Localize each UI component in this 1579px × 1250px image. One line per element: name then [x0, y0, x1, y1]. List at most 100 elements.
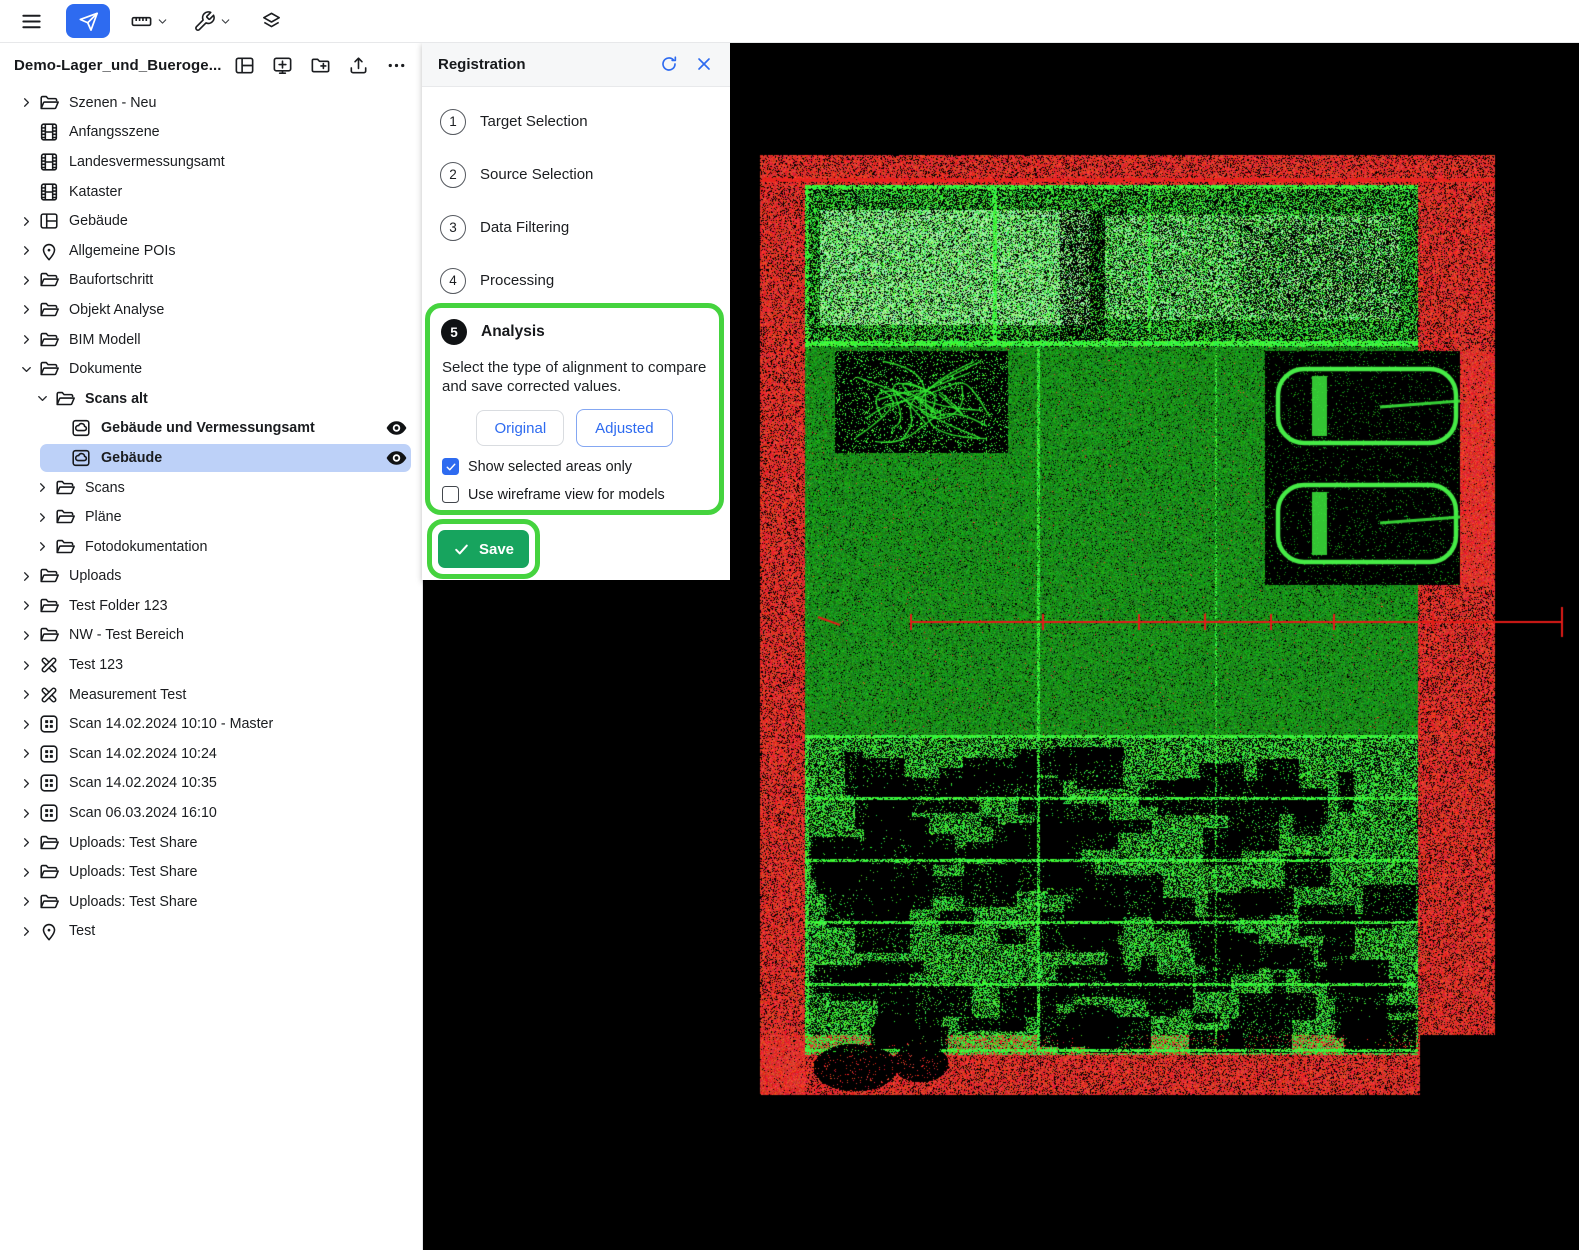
chevron-right-icon[interactable]: [14, 801, 38, 825]
chevron-right-icon[interactable]: [14, 860, 38, 884]
registration-panel: Registration 1 Target Selection 2 Source Se…: [422, 42, 730, 580]
measure-tool-button[interactable]: [126, 4, 173, 38]
upload-icon[interactable]: [347, 54, 370, 77]
checkbox-checked-icon[interactable]: [442, 458, 459, 475]
step-processing[interactable]: 4 Processing: [422, 254, 730, 307]
chevron-right-icon[interactable]: [30, 505, 54, 529]
analysis-highlight-annotation: 5 Analysis Select the type of alignment …: [425, 303, 724, 515]
folder-icon: [38, 299, 60, 321]
chevron-right-icon[interactable]: [14, 298, 38, 322]
tree-item-test[interactable]: Test: [0, 917, 422, 947]
tree-item-geb-ude-und-vermessungsamt[interactable]: Gebäude und Vermessungsamt: [0, 414, 422, 444]
layers-tool-button[interactable]: [254, 4, 288, 38]
visibility-eye-icon[interactable]: [384, 416, 409, 441]
layout-view-icon[interactable]: [233, 54, 256, 77]
tree-item-scan-14-02-2024-10-24[interactable]: Scan 14.02.2024 10:24: [0, 739, 422, 769]
film-icon: [38, 151, 60, 173]
tree-item-kataster[interactable]: Kataster: [0, 177, 422, 207]
tree-item-allgemeine-pois[interactable]: Allgemeine POIs: [0, 236, 422, 266]
utilities-tool-button[interactable]: [189, 4, 236, 38]
step-label: Target Selection: [480, 113, 588, 130]
tree-item-test-folder-123[interactable]: Test Folder 123: [0, 591, 422, 621]
tree-item-scan-14-02-2024-10-10-master[interactable]: Scan 14.02.2024 10:10 - Master: [0, 709, 422, 739]
tree-item-uploads[interactable]: Uploads: [0, 562, 422, 592]
chevron-right-icon[interactable]: [14, 209, 38, 233]
chevron-right-icon[interactable]: [14, 564, 38, 588]
chevron-right-icon[interactable]: [30, 535, 54, 559]
wireframe-view-checkbox-row[interactable]: Use wireframe view for models: [442, 486, 719, 503]
tree-item-baufortschritt[interactable]: Baufortschritt: [0, 266, 422, 296]
tree-item-scans-alt[interactable]: Scans alt: [0, 384, 422, 414]
chevron-down-icon: [219, 15, 232, 28]
step-target-selection[interactable]: 1 Target Selection: [422, 95, 730, 148]
project-tree: Szenen - Neu Anfangsszene Landesvermessung…: [0, 88, 422, 946]
chevron-right-icon[interactable]: [14, 268, 38, 292]
tree-item-objekt-analyse[interactable]: Objekt Analyse: [0, 295, 422, 325]
chevron-right-icon[interactable]: [14, 831, 38, 855]
step-source-selection[interactable]: 2 Source Selection: [422, 148, 730, 201]
tree-item-scans[interactable]: Scans: [0, 473, 422, 503]
tree-item-pl-ne[interactable]: Pläne: [0, 502, 422, 532]
tree-item-uploads-test-share[interactable]: Uploads: Test Share: [0, 828, 422, 858]
tree-item-fotodokumentation[interactable]: Fotodokumentation: [0, 532, 422, 562]
chevron-right-icon[interactable]: [14, 683, 38, 707]
more-options-icon[interactable]: [385, 54, 408, 77]
tree-item-measurement-test[interactable]: Measurement Test: [0, 680, 422, 710]
show-selected-areas-checkbox-row[interactable]: Show selected areas only: [442, 458, 719, 475]
step-number-badge: 3: [440, 214, 466, 241]
original-button[interactable]: Original: [476, 410, 565, 446]
layers-icon: [260, 10, 283, 33]
tree-item-nw-test-bereich[interactable]: NW - Test Bereich: [0, 621, 422, 651]
tree-item-landesvermessungsamt[interactable]: Landesvermessungsamt: [0, 147, 422, 177]
top-toolbar: [0, 0, 1579, 43]
tree-item-scan-14-02-2024-10-35[interactable]: Scan 14.02.2024 10:35: [0, 769, 422, 799]
folder-icon: [38, 329, 60, 351]
chevron-right-icon[interactable]: [14, 623, 38, 647]
tree-item-test-123[interactable]: Test 123: [0, 650, 422, 680]
close-icon[interactable]: [694, 54, 714, 74]
tree-item-geb-ude[interactable]: Gebäude: [0, 206, 422, 236]
alignment-buttons: Original Adjusted: [430, 409, 719, 447]
scan-icon: [38, 802, 60, 824]
panel-title: Registration: [438, 55, 526, 73]
step-analysis[interactable]: 5 Analysis: [430, 308, 719, 345]
step-data-filtering[interactable]: 3 Data Filtering: [422, 201, 730, 254]
refresh-icon[interactable]: [659, 54, 679, 74]
chevron-right-icon[interactable]: [14, 328, 38, 352]
tree-item-scan-06-03-2024-16-10[interactable]: Scan 06.03.2024 16:10: [0, 798, 422, 828]
scan-icon: [38, 772, 60, 794]
save-button[interactable]: Save: [437, 530, 530, 568]
tree-item-uploads-test-share[interactable]: Uploads: Test Share: [0, 887, 422, 917]
chevron-right-icon[interactable]: [14, 712, 38, 736]
add-scene-icon[interactable]: [271, 54, 294, 77]
add-folder-icon[interactable]: [309, 54, 332, 77]
chevron-right-icon[interactable]: [14, 919, 38, 943]
cloud-icon: [70, 417, 92, 439]
tree-item-anfangsszene[interactable]: Anfangsszene: [0, 118, 422, 148]
folder-icon: [54, 388, 76, 410]
tree-item-bim-modell[interactable]: BIM Modell: [0, 325, 422, 355]
chevron-right-icon[interactable]: [14, 742, 38, 766]
tree-item-dokumente[interactable]: Dokumente: [0, 354, 422, 384]
visibility-eye-icon[interactable]: [384, 445, 409, 470]
select-tool-button[interactable]: [66, 4, 110, 38]
menu-button[interactable]: [16, 4, 46, 38]
tools-icon: [38, 654, 60, 676]
chevron-right-icon[interactable]: [14, 594, 38, 618]
tree-item-geb-ude[interactable]: Gebäude: [0, 443, 422, 473]
adjusted-button[interactable]: Adjusted: [576, 409, 673, 447]
chevron-right-icon[interactable]: [14, 91, 38, 115]
chevron-right-icon[interactable]: [14, 771, 38, 795]
chevron-right-icon[interactable]: [14, 890, 38, 914]
cursor-icon: [77, 10, 100, 33]
chevron-right-icon[interactable]: [30, 476, 54, 500]
tree-item-uploads-test-share[interactable]: Uploads: Test Share: [0, 857, 422, 887]
chevron-right-icon[interactable]: [14, 653, 38, 677]
checkbox-unchecked-icon[interactable]: [442, 486, 459, 503]
chevron-down-icon[interactable]: [30, 387, 54, 411]
chevron-down-icon[interactable]: [14, 357, 38, 381]
tree-item-szenen-neu[interactable]: Szenen - Neu: [0, 88, 422, 118]
chevron-right-icon[interactable]: [14, 239, 38, 263]
folder-icon: [38, 565, 60, 587]
